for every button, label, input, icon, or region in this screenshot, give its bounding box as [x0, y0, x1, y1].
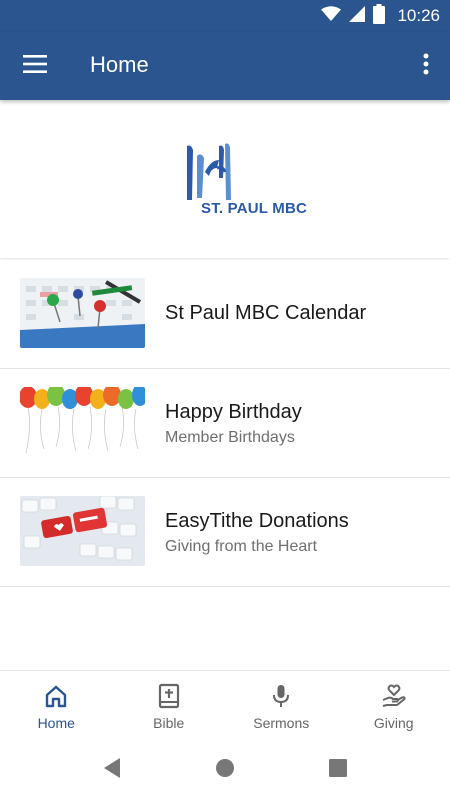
more-vert-icon: [423, 53, 429, 80]
nav-sermons[interactable]: Sermons: [225, 671, 338, 740]
hamburger-menu-icon: [23, 54, 47, 78]
list-item-title: St Paul MBC Calendar: [165, 302, 367, 324]
nav-label: Home: [37, 715, 75, 731]
screen: 10:26 Home ST. PAUL MBC St Paul MBC Cale…: [0, 0, 450, 800]
app-bar: Home: [0, 32, 450, 100]
page-title: Home: [90, 52, 149, 77]
home-system-button[interactable]: [213, 758, 237, 782]
system-navigation-bar: [0, 740, 450, 800]
signal-icon: [349, 5, 366, 27]
bottom-navigation: Home Bible Sermons Giving: [0, 670, 450, 740]
church-banner: ST. PAUL MBC: [0, 100, 450, 258]
battery-icon: [373, 3, 386, 29]
nav-label: Sermons: [253, 715, 310, 731]
logo-text: ST. PAUL MBC: [201, 200, 308, 217]
bible-icon: [156, 683, 182, 709]
giving-hand-heart-icon: [381, 683, 407, 709]
list-item-subtitle: Giving from the Heart: [165, 538, 318, 555]
menu-button[interactable]: [14, 46, 56, 86]
list-item-title: Happy Birthday: [165, 401, 302, 423]
back-triangle-icon: [102, 757, 122, 784]
list-item-birthday[interactable]: Happy Birthday Member Birthdays: [0, 369, 450, 478]
microphone-icon: [268, 683, 294, 709]
nav-bible[interactable]: Bible: [113, 671, 226, 740]
nav-label: Giving: [373, 715, 414, 731]
overflow-menu-button[interactable]: [416, 46, 436, 86]
status-time: 10:26: [397, 6, 440, 25]
nav-home[interactable]: Home: [0, 671, 113, 740]
nav-label: Bible: [153, 715, 185, 731]
nav-giving[interactable]: Giving: [338, 671, 450, 740]
donate-keyboard-thumbnail: [20, 496, 145, 566]
list-item-subtitle: Member Birthdays: [165, 429, 295, 446]
list-item-calendar[interactable]: St Paul MBC Calendar: [0, 260, 450, 369]
list-item-title: EasyTithe Donations: [165, 510, 349, 532]
home-icon: [43, 683, 69, 709]
home-circle-icon: [215, 758, 235, 783]
feature-list: St Paul MBC Calendar Happy Birthday Memb…: [0, 260, 450, 587]
balloons-thumbnail: [20, 387, 145, 457]
wifi-icon: [321, 5, 342, 27]
status-icons: 10:26: [321, 3, 440, 29]
calendar-thumbnail: [20, 278, 145, 348]
church-logo: ST. PAUL MBC: [183, 142, 313, 227]
list-item-donations[interactable]: EasyTithe Donations Giving from the Hear…: [0, 478, 450, 587]
status-bar: 10:26: [0, 0, 450, 32]
recents-square-icon: [328, 758, 348, 783]
back-button[interactable]: [100, 757, 124, 784]
logo-figures-icon: [187, 143, 231, 200]
recents-button[interactable]: [326, 758, 350, 782]
